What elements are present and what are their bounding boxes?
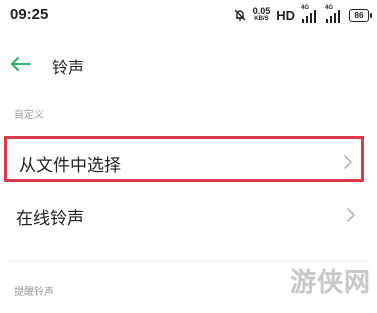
battery-icon: 86 — [349, 8, 372, 22]
battery-level: 86 — [354, 10, 364, 20]
choose-from-file-label: 从文件中选择 — [19, 156, 121, 176]
online-ringtone-item[interactable]: 在线铃声 — [4, 192, 364, 238]
sim2-network-label: 4G — [325, 5, 334, 11]
watermark-logo: 游侠网 — [289, 268, 371, 298]
signal-icon-sim1: 4G — [301, 5, 319, 23]
back-arrow-icon[interactable] — [10, 56, 32, 72]
online-ringtone-label: 在线铃声 — [16, 209, 84, 229]
sim1-network-label: 4G — [301, 5, 310, 11]
signal-icon-sim2: 4G — [325, 5, 343, 23]
network-speed-value: 0.05 — [252, 6, 271, 16]
page-title: 铃声 — [52, 58, 85, 77]
divider — [8, 260, 368, 261]
chevron-right-icon — [344, 155, 352, 169]
section-label-notify: 提醒铃声 — [14, 287, 54, 298]
header: 铃声 — [0, 44, 377, 84]
status-icons: 0.05 KB/S HD 4G 4G 86 — [233, 5, 372, 25]
network-speed: 0.05 KB/S — [253, 7, 271, 23]
network-speed-unit: KB/S — [254, 16, 269, 22]
chevron-right-icon — [347, 208, 355, 222]
hd-indicator: HD — [276, 7, 295, 23]
status-time: 09:25 — [10, 6, 49, 23]
mute-bell-icon — [234, 9, 246, 21]
status-bar: 09:25 0.05 KB/S HD 4G 4G 86 — [0, 0, 377, 30]
choose-from-file-item[interactable]: 从文件中选择 — [4, 136, 364, 182]
section-label-custom: 自定义 — [14, 110, 44, 121]
